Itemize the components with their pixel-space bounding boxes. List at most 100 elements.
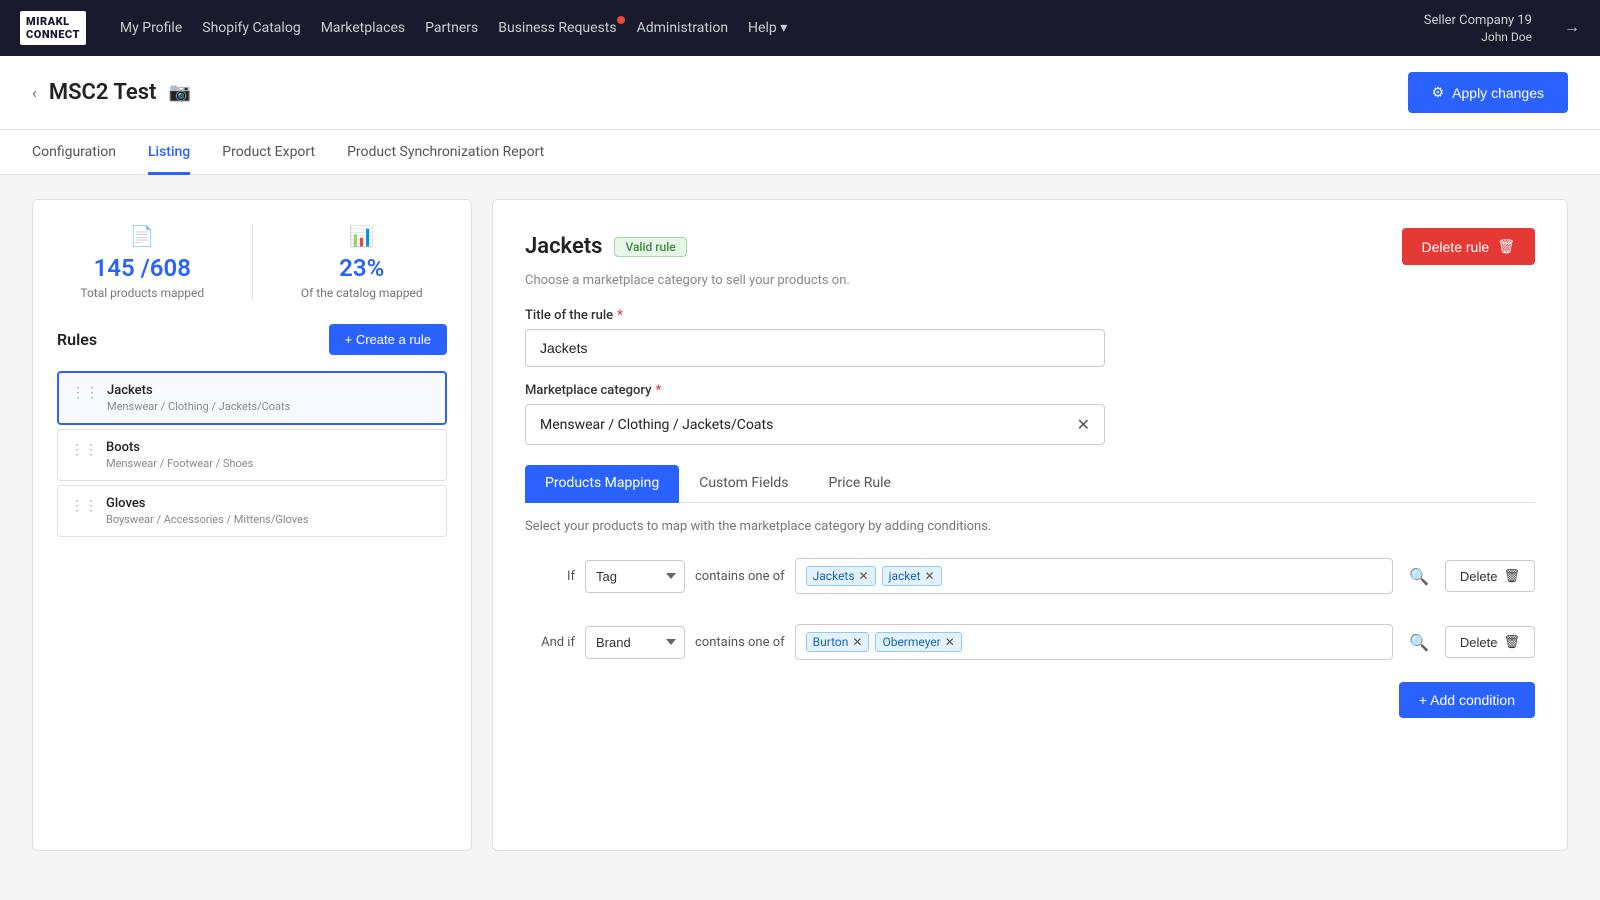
drag-handle-icon: ⋮⋮ [70, 442, 98, 458]
nav-my-profile[interactable]: My Profile [120, 20, 182, 36]
rule-path: Menswear / Clothing / Jackets/Coats [107, 400, 290, 413]
rule-path: Boyswear / Accessories / Mittens/Gloves [106, 513, 309, 526]
create-rule-button[interactable]: + Create a rule [329, 324, 447, 355]
rule-item-gloves[interactable]: ⋮⋮ Gloves Boyswear / Accessories / Mitte… [57, 485, 447, 537]
sub-tabs: Products Mapping Custom Fields Price Rul… [525, 465, 1535, 503]
nav-marketplaces[interactable]: Marketplaces [321, 20, 405, 36]
delete-condition-2-button[interactable]: Delete 🗑 [1445, 626, 1535, 658]
drag-handle-icon: ⋮⋮ [71, 385, 99, 401]
trash-icon: 🗑 [1503, 634, 1520, 650]
tag-chip-jacket: jacket ✕ [882, 566, 942, 586]
rule-item-boots[interactable]: ⋮⋮ Boots Menswear / Footwear / Shoes [57, 429, 447, 481]
category-value: Menswear / Clothing / Jackets/Coats [540, 417, 773, 433]
condition-andif-label: And if [525, 635, 575, 650]
rule-subtitle: Choose a marketplace category to sell yo… [525, 273, 1535, 288]
rules-title: Rules [57, 330, 97, 349]
tab-product-sync-report[interactable]: Product Synchronization Report [347, 130, 544, 175]
sub-tab-products-mapping[interactable]: Products Mapping [525, 465, 679, 503]
condition-field-select-1[interactable]: Tag Brand Type Collection [585, 560, 685, 593]
stat-total-mapped: 📄 145 /608 Total products mapped [57, 224, 228, 300]
sub-tab-custom-fields[interactable]: Custom Fields [679, 465, 808, 503]
total-mapped-label: Total products mapped [80, 286, 204, 300]
page-title-area: ‹ MSC2 Test 📷 [32, 80, 191, 105]
right-panel: Jackets Valid rule Delete rule 🗑 Choose … [492, 199, 1568, 851]
nav-business-requests[interactable]: Business Requests [498, 20, 616, 36]
left-panel: 📄 145 /608 Total products mapped 📊 23% O… [32, 199, 472, 851]
trash-icon: 🗑 [1503, 568, 1520, 584]
rule-name: Boots [106, 440, 253, 455]
condition-operator-1: contains one of [695, 569, 785, 584]
delete-condition-1-button[interactable]: Delete 🗑 [1445, 560, 1535, 592]
condition-operator-2: contains one of [695, 635, 785, 650]
title-of-rule-input[interactable] [525, 329, 1105, 367]
page-title: MSC2 Test [49, 80, 157, 105]
tab-configuration[interactable]: Configuration [32, 130, 116, 175]
logo-box: MIRAKL CONNECT [20, 11, 86, 45]
valid-rule-badge: Valid rule [614, 237, 686, 257]
stat-divider [252, 224, 253, 300]
rule-title-area: Jackets Valid rule [525, 234, 687, 259]
tag-label: jacket [889, 569, 921, 583]
stat-catalog-percent: 📊 23% Of the catalog mapped [277, 224, 448, 300]
tag-label: Obermeyer [882, 635, 940, 649]
title-of-rule-label: Title of the rule * [525, 308, 1535, 323]
tag-chip-burton: Burton ✕ [806, 632, 870, 652]
category-form-section: Marketplace category * Menswear / Clothi… [525, 383, 1535, 445]
rule-info-gloves: Gloves Boyswear / Accessories / Mittens/… [106, 496, 309, 526]
page-header: ‹ MSC2 Test 📷 ⚙ Apply changes [0, 56, 1600, 130]
marketplace-category-label: Marketplace category * [525, 383, 1535, 398]
logo[interactable]: MIRAKL CONNECT [20, 11, 86, 45]
sub-tab-price-rule[interactable]: Price Rule [809, 465, 911, 503]
category-clear-icon[interactable]: ✕ [1077, 415, 1090, 434]
user-company: Seller Company 19 [1424, 13, 1532, 28]
nav-partners[interactable]: Partners [425, 20, 478, 36]
marketplace-category-select[interactable]: Menswear / Clothing / Jackets/Coats ✕ [525, 404, 1105, 445]
condition-tags-area-1[interactable]: Jackets ✕ jacket ✕ [795, 558, 1393, 594]
remove-tag-obermeyer[interactable]: ✕ [945, 636, 955, 648]
search-icon[interactable]: 🔍 [1403, 561, 1435, 592]
back-arrow-icon[interactable]: ‹ [32, 83, 37, 102]
rule-item-jackets[interactable]: ⋮⋮ Jackets Menswear / Clothing / Jackets… [57, 371, 447, 425]
tag-chip-jackets: Jackets ✕ [806, 566, 876, 586]
rule-title: Jackets [525, 234, 602, 259]
condition-field-select-2[interactable]: Brand Tag Type Collection [585, 626, 685, 659]
condition-row-1: If Tag Brand Type Collection contains on… [525, 550, 1535, 602]
rule-info-jackets: Jackets Menswear / Clothing / Jackets/Co… [107, 383, 290, 413]
notification-dot [617, 16, 625, 24]
camera-icon[interactable]: 📷 [168, 82, 190, 103]
tab-listing[interactable]: Listing [148, 130, 190, 175]
condition-tags-area-2[interactable]: Burton ✕ Obermeyer ✕ [795, 624, 1393, 660]
nav-shopify-catalog[interactable]: Shopify Catalog [202, 20, 300, 36]
remove-tag-jackets[interactable]: ✕ [859, 570, 869, 582]
required-star: * [617, 308, 623, 323]
nav-help[interactable]: Help ▾ [748, 20, 787, 36]
settings-icon-button[interactable]: → [1564, 19, 1580, 37]
total-mapped-number: 145 /608 [94, 254, 191, 282]
tag-label: Burton [813, 635, 849, 649]
add-condition-row: + Add condition [525, 682, 1535, 718]
rule-info-boots: Boots Menswear / Footwear / Shoes [106, 440, 253, 470]
search-icon[interactable]: 🔍 [1403, 627, 1435, 658]
tab-product-export[interactable]: Product Export [222, 130, 315, 175]
top-navigation: MIRAKL CONNECT My Profile Shopify Catalo… [0, 0, 1600, 56]
document-icon: 📄 [130, 224, 155, 248]
nav-administration[interactable]: Administration [637, 20, 728, 36]
rule-header-row: Jackets Valid rule Delete rule 🗑 [525, 228, 1535, 265]
apply-changes-button[interactable]: ⚙ Apply changes [1408, 72, 1568, 113]
tag-label: Jackets [813, 569, 855, 583]
tag-chip-obermeyer: Obermeyer ✕ [875, 632, 961, 652]
required-star: * [655, 383, 661, 398]
condition-if-label: If [525, 569, 575, 584]
mapping-subtitle: Select your products to map with the mar… [525, 519, 1535, 534]
drag-handle-icon: ⋮⋮ [70, 498, 98, 514]
user-info: Seller Company 19 John Doe [1424, 13, 1532, 44]
rule-name: Gloves [106, 496, 309, 511]
add-condition-button[interactable]: + Add condition [1399, 682, 1535, 718]
rule-name: Jackets [107, 383, 290, 398]
rule-list: ⋮⋮ Jackets Menswear / Clothing / Jackets… [57, 371, 447, 537]
nav-links: My Profile Shopify Catalog Marketplaces … [120, 20, 1400, 36]
condition-row-2: And if Brand Tag Type Collection contain… [525, 616, 1535, 668]
remove-tag-burton[interactable]: ✕ [852, 636, 862, 648]
delete-rule-button[interactable]: Delete rule 🗑 [1402, 228, 1535, 265]
remove-tag-jacket[interactable]: ✕ [925, 570, 935, 582]
